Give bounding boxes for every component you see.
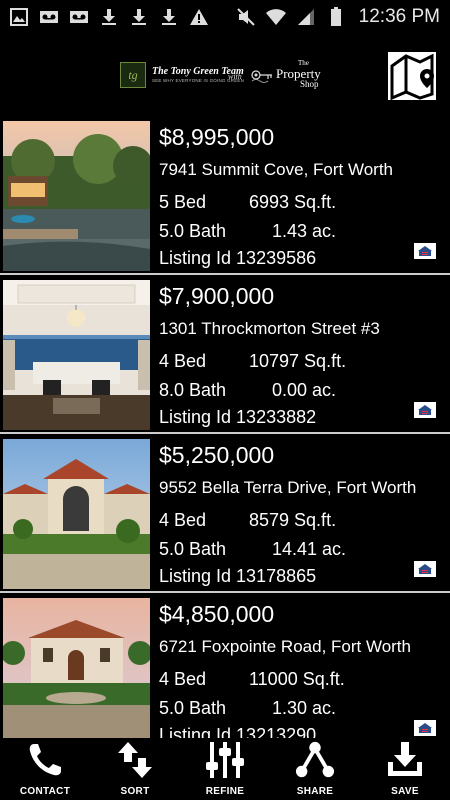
- gallery-icon: [8, 6, 30, 28]
- download-icon: [98, 6, 120, 28]
- refine-button[interactable]: REFINE: [180, 738, 270, 800]
- save-icon: [385, 740, 425, 780]
- listing-beds: 5 Bed: [159, 192, 207, 212]
- clock: 12:36 PM: [358, 6, 440, 27]
- listing-baths: 5.0 Bath: [159, 698, 227, 718]
- listing-photo: [3, 280, 150, 430]
- listing-id: Listing Id 13233882: [159, 407, 317, 427]
- warning-icon: [188, 6, 210, 28]
- map-pin-icon: [388, 52, 436, 101]
- listing-photo: [3, 121, 150, 271]
- equal-housing-icon: [414, 243, 436, 259]
- app-header: tg The Tony Green Team SEE WHY EVERYONE …: [0, 34, 450, 118]
- listing-baths: 8.0 Bath: [159, 380, 227, 400]
- listing-price: $8,995,000: [159, 124, 275, 150]
- equal-housing-icon: [414, 402, 436, 418]
- equal-housing-icon: [414, 561, 436, 577]
- listing-card[interactable]: $5,250,000 9552 Bella Terra Drive, Fort …: [0, 436, 450, 596]
- tony-green-team-logo: tg The Tony Green Team SEE WHY EVERYONE …: [120, 60, 244, 90]
- listing-beds: 4 Bed: [159, 669, 207, 689]
- contact-button[interactable]: CONTACT: [0, 738, 90, 800]
- listing-beds: 4 Bed: [159, 510, 207, 530]
- listing-address: 9552 Bella Terra Drive, Fort Worth: [159, 478, 417, 497]
- download-icon: [158, 6, 180, 28]
- listing-sqft: 11000 Sq.ft.: [249, 669, 345, 689]
- logo-with-text: with: [228, 72, 242, 81]
- listing-divider: [0, 591, 450, 593]
- bottom-nav: CONTACT SORT REFINE SHARE SAVE: [0, 738, 450, 800]
- listing-acres: 14.41 ac.: [272, 539, 347, 559]
- signal-icon: [295, 6, 317, 28]
- listing-address: 1301 Throckmorton Street #3: [159, 319, 380, 338]
- save-button[interactable]: SAVE: [360, 738, 450, 800]
- property-shop-logo: The Property Shop: [250, 60, 321, 89]
- listing-acres: 0.00 ac.: [272, 380, 337, 400]
- listing-sqft: 8579 Sq.ft.: [249, 510, 337, 530]
- listing-list[interactable]: $8,995,000 7941 Summit Cove, Fort Worth …: [0, 118, 450, 738]
- download-icon: [128, 6, 150, 28]
- equal-housing-icon: [414, 720, 436, 736]
- listing-acres: 1.30 ac.: [272, 698, 337, 718]
- voicemail-icon: [38, 6, 60, 28]
- listing-card[interactable]: $4,850,000 6721 Foxpointe Road, Fort Wor…: [0, 595, 450, 738]
- listing-price: $7,900,000: [159, 283, 275, 309]
- sort-button[interactable]: SORT: [90, 738, 180, 800]
- mute-icon: [235, 6, 257, 28]
- tg-logo-mark: tg: [120, 62, 146, 88]
- status-bar: 12:36 PM: [0, 0, 450, 34]
- battery-icon: [325, 6, 347, 28]
- listing-address: 7941 Summit Cove, Fort Worth: [159, 160, 393, 179]
- sliders-icon: [205, 740, 245, 780]
- wifi-icon: [265, 6, 287, 28]
- listing-address: 6721 Foxpointe Road, Fort Worth: [159, 637, 411, 656]
- listing-card[interactable]: $8,995,000 7941 Summit Cove, Fort Worth …: [0, 118, 450, 278]
- phone-icon: [25, 740, 65, 780]
- share-icon: [295, 740, 335, 780]
- listing-acres: 1.43 ac.: [272, 221, 337, 241]
- share-button[interactable]: SHARE: [270, 738, 360, 800]
- listing-id: Listing Id 13239586: [159, 248, 317, 268]
- listing-baths: 5.0 Bath: [159, 539, 227, 559]
- listing-baths: 5.0 Bath: [159, 221, 227, 241]
- map-view-button[interactable]: [386, 50, 438, 102]
- listing-photo: [3, 598, 150, 738]
- listing-divider: [0, 432, 450, 434]
- sort-icon: [115, 740, 155, 780]
- listing-id: Listing Id 13213290: [159, 725, 317, 738]
- listing-id: Listing Id 13178865: [159, 566, 317, 586]
- listing-beds: 4 Bed: [159, 351, 207, 371]
- listing-price: $4,850,000: [159, 601, 275, 627]
- listing-card[interactable]: $7,900,000 1301 Throckmorton Street #3 4…: [0, 277, 450, 437]
- listing-price: $5,250,000: [159, 442, 275, 468]
- key-icon: [251, 70, 272, 83]
- listing-sqft: 10797 Sq.ft.: [249, 351, 347, 371]
- listing-sqft: 6993 Sq.ft.: [249, 192, 337, 212]
- listing-photo: [3, 439, 150, 589]
- listing-divider: [0, 273, 450, 275]
- voicemail-icon: [68, 6, 90, 28]
